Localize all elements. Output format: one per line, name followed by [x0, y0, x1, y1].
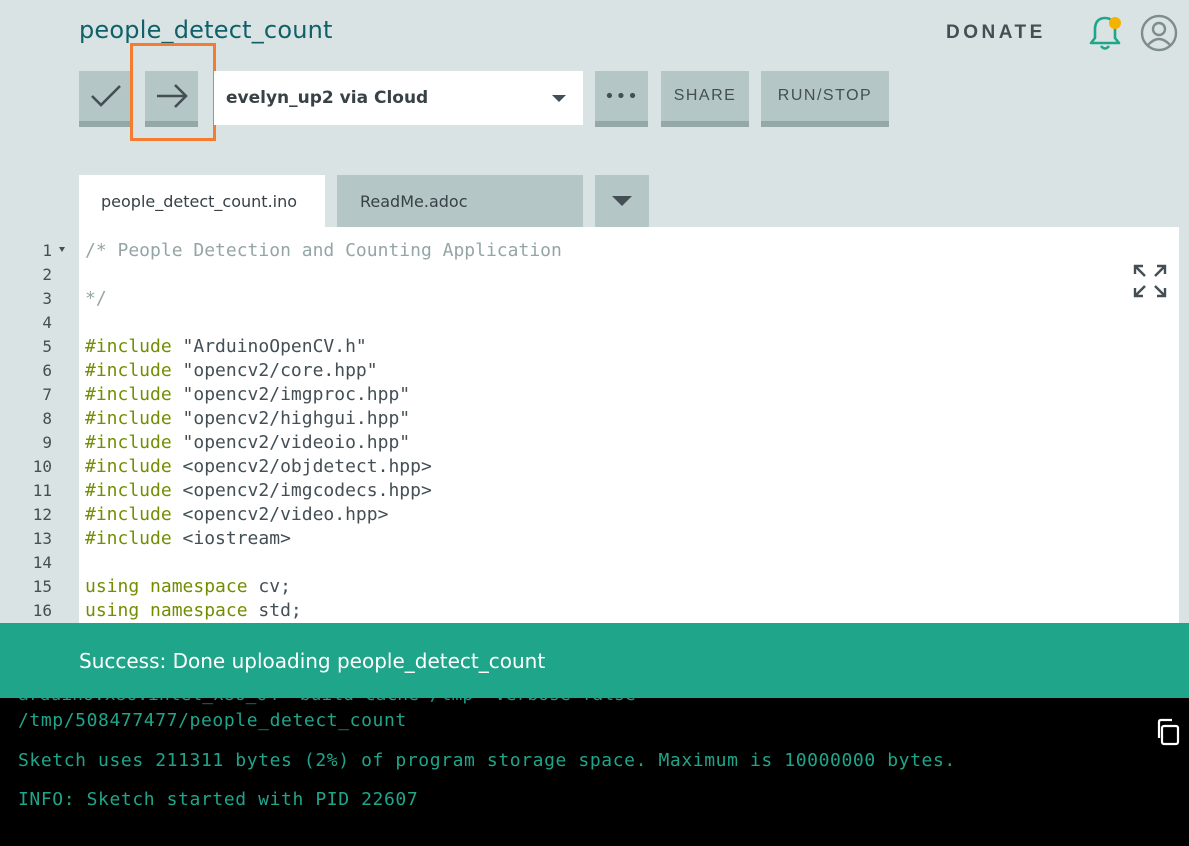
tab-label: ReadMe.adoc: [360, 191, 468, 211]
code-line: #include <opencv2/objdetect.hpp>: [85, 455, 432, 479]
output-console[interactable]: arduino:x86:intel_x86_64 -build-cache /t…: [0, 698, 1189, 846]
line-number: 1: [42, 241, 52, 260]
code-line: using namespace std;: [85, 599, 302, 623]
code-line: */: [85, 287, 107, 311]
caret-down-icon: [612, 196, 632, 206]
console-partial-line: arduino:x86:intel_x86_64 -build-cache /t…: [18, 698, 636, 706]
line-number: 12: [32, 505, 52, 524]
code-keyword: #include: [85, 480, 172, 501]
code-keyword: #include: [85, 384, 172, 405]
line-number: 4: [42, 313, 52, 332]
line-number: 13: [32, 529, 52, 548]
code-keyword: #include: [85, 360, 172, 381]
code-text: <opencv2/video.hpp>: [171, 504, 389, 525]
code-text: "opencv2/highgui.hpp": [171, 408, 411, 429]
code-text: "opencv2/imgproc.hpp": [171, 384, 411, 405]
code-keyword: using namespace: [85, 576, 248, 597]
device-selected-label: evelyn_up2 via Cloud: [226, 88, 429, 108]
success-notification: Success: Done uploading people_detect_co…: [0, 623, 1189, 698]
code-text: "opencv2/core.hpp": [171, 360, 378, 381]
code-text: "ArduinoOpenCV.h": [171, 336, 367, 357]
code-line: #include <iostream>: [85, 527, 291, 551]
code-comment: /* People Detection and Counting Applica…: [85, 240, 562, 261]
line-number: 8: [42, 409, 52, 428]
run-stop-button[interactable]: RUN/STOP: [761, 71, 889, 127]
code-keyword: #include: [85, 456, 172, 477]
code-text: "opencv2/videoio.hpp": [171, 432, 411, 453]
tabs-menu-button[interactable]: [595, 175, 649, 227]
line-number: 5: [42, 337, 52, 356]
code-editor[interactable]: /* People Detection and Counting Applica…: [79, 227, 1179, 623]
share-button[interactable]: SHARE: [661, 71, 749, 127]
code-keyword: #include: [85, 528, 172, 549]
code-line: #include "opencv2/highgui.hpp": [85, 407, 410, 431]
line-number: 7: [42, 385, 52, 404]
code-line: using namespace cv;: [85, 575, 291, 599]
code-keyword: using namespace: [85, 600, 248, 621]
sketch-title: people_detect_count: [79, 16, 333, 44]
line-number: 9: [42, 433, 52, 452]
line-number-gutter: 1 2 3 4 5 6 7 8 9 10 11 12 13 14 15 16: [0, 227, 79, 623]
line-number: 16: [32, 601, 52, 620]
code-line: #include <opencv2/video.hpp>: [85, 503, 388, 527]
code-text: <iostream>: [171, 528, 291, 549]
code-line: /* People Detection and Counting Applica…: [85, 239, 562, 263]
chevron-down-icon: [552, 95, 566, 102]
code-keyword: #include: [85, 432, 172, 453]
line-number: 14: [32, 553, 52, 572]
expand-fullscreen-icon[interactable]: [1133, 264, 1167, 298]
fold-arrow-icon[interactable]: [59, 247, 65, 252]
line-number: 6: [42, 361, 52, 380]
code-line: #include "opencv2/imgproc.hpp": [85, 383, 410, 407]
device-selector[interactable]: evelyn_up2 via Cloud: [214, 71, 583, 125]
code-text: <opencv2/objdetect.hpp>: [171, 456, 432, 477]
line-number: 10: [32, 457, 52, 476]
line-number: 15: [32, 577, 52, 596]
tab-ino-file[interactable]: people_detect_count.ino: [79, 175, 325, 227]
code-line: #include "opencv2/core.hpp": [85, 359, 378, 383]
more-options-button[interactable]: •••: [595, 71, 648, 127]
donate-link[interactable]: DONATE: [946, 22, 1046, 44]
code-line: #include "opencv2/videoio.hpp": [85, 431, 410, 455]
line-number: 3: [42, 289, 52, 308]
copy-icon[interactable]: [1155, 718, 1181, 746]
code-line: #include <opencv2/imgcodecs.hpp>: [85, 479, 432, 503]
console-line: INFO: Sketch started with PID 22607: [18, 789, 419, 810]
notification-dot: [1109, 17, 1121, 29]
code-text: cv;: [247, 576, 291, 597]
console-line: /tmp/508477477/people_detect_count: [18, 710, 407, 731]
code-text: std;: [247, 600, 302, 621]
verify-button[interactable]: [79, 71, 132, 127]
code-keyword: #include: [85, 336, 172, 357]
tab-readme[interactable]: ReadMe.adoc: [337, 175, 583, 227]
code-keyword: #include: [85, 408, 172, 429]
upload-button-highlight: [130, 43, 216, 141]
code-comment: */: [85, 288, 107, 309]
line-number: 2: [42, 265, 52, 284]
notification-bell-icon[interactable]: [1088, 14, 1122, 52]
code-text: <opencv2/imgcodecs.hpp>: [171, 480, 432, 501]
code-line: #include "ArduinoOpenCV.h": [85, 335, 367, 359]
user-avatar-icon[interactable]: [1140, 14, 1178, 52]
tab-label: people_detect_count.ino: [101, 191, 298, 211]
console-line: Sketch uses 211311 bytes (2%) of program…: [18, 750, 956, 771]
code-keyword: #include: [85, 504, 172, 525]
line-number: 11: [32, 481, 52, 500]
more-dots-icon: •••: [604, 85, 639, 107]
checkmark-icon: [90, 85, 121, 107]
